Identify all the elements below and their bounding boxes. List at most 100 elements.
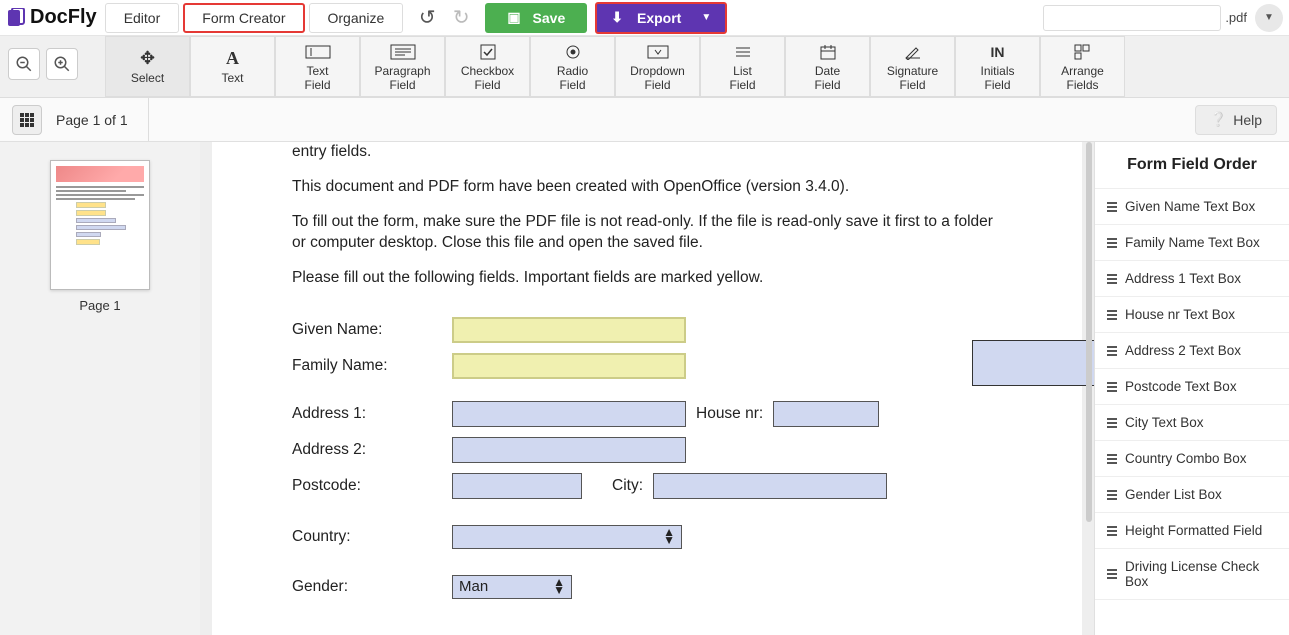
page-indicator: Page 1 of 1 bbox=[56, 98, 149, 141]
toolbar: ✥Select AText TextField ParagraphField C… bbox=[0, 36, 1289, 98]
order-item-label: Height Formatted Field bbox=[1125, 523, 1262, 538]
address2-field[interactable] bbox=[452, 437, 686, 463]
form-field-order-panel: Form Field Order Given Name Text BoxFami… bbox=[1094, 142, 1289, 635]
tool-date-field[interactable]: DateField bbox=[785, 36, 870, 97]
order-item[interactable]: Height Formatted Field bbox=[1095, 513, 1289, 549]
drag-handle-icon bbox=[1107, 454, 1117, 464]
tool-dropdown-field[interactable]: DropdownField bbox=[615, 36, 700, 97]
tab-organize[interactable]: Organize bbox=[309, 3, 404, 33]
order-item[interactable]: House nr Text Box bbox=[1095, 297, 1289, 333]
more-button[interactable]: ▼ bbox=[1255, 4, 1283, 32]
zoom-out-button[interactable] bbox=[8, 48, 40, 80]
order-item[interactable]: Address 2 Text Box bbox=[1095, 333, 1289, 369]
tab-form-creator[interactable]: Form Creator bbox=[183, 3, 304, 33]
drag-handle-icon bbox=[1107, 310, 1117, 320]
tool-paragraph-field[interactable]: ParagraphField bbox=[360, 36, 445, 97]
tool-select[interactable]: ✥Select bbox=[105, 36, 190, 97]
tool-text[interactable]: AText bbox=[190, 36, 275, 97]
tab-editor[interactable]: Editor bbox=[105, 3, 180, 33]
tool-signature-field[interactable]: SignatureField bbox=[870, 36, 955, 97]
drag-handle-icon bbox=[1107, 526, 1117, 536]
export-button[interactable]: ⬇ Export ▼ bbox=[595, 2, 727, 34]
calendar-icon bbox=[820, 41, 836, 63]
download-icon: ⬇ bbox=[611, 9, 623, 26]
doc-text: This document and PDF form have been cre… bbox=[292, 177, 1002, 198]
postcode-field[interactable] bbox=[452, 473, 582, 499]
drag-handle-icon bbox=[1107, 418, 1117, 428]
label-family-name: Family Name: bbox=[292, 357, 452, 375]
help-button[interactable]: ❔ Help bbox=[1195, 105, 1277, 135]
tool-paragraph-field-label: ParagraphField bbox=[374, 65, 430, 91]
order-item-label: Postcode Text Box bbox=[1125, 379, 1237, 394]
tool-checkbox-field[interactable]: CheckboxField bbox=[445, 36, 530, 97]
family-name-field[interactable] bbox=[452, 353, 686, 379]
tool-select-label: Select bbox=[131, 72, 164, 85]
tool-text-field[interactable]: TextField bbox=[275, 36, 360, 97]
undo-button[interactable]: ↺ bbox=[413, 4, 441, 32]
zoom-in-icon bbox=[53, 55, 71, 73]
logo-icon bbox=[6, 8, 26, 28]
order-item[interactable]: Country Combo Box bbox=[1095, 441, 1289, 477]
scrollbar[interactable] bbox=[1086, 142, 1092, 522]
house-nr-field[interactable] bbox=[773, 401, 879, 427]
zoom-out-icon bbox=[15, 55, 33, 73]
zoom-in-button[interactable] bbox=[46, 48, 78, 80]
tool-date-field-label: DateField bbox=[814, 65, 840, 91]
order-item-label: House nr Text Box bbox=[1125, 307, 1235, 322]
extra-field[interactable] bbox=[972, 340, 1094, 386]
filename-input[interactable] bbox=[1043, 5, 1221, 31]
tab-organize-label: Organize bbox=[328, 10, 385, 26]
help-label: Help bbox=[1233, 112, 1262, 128]
save-label: Save bbox=[533, 10, 566, 26]
initials-icon: IN bbox=[991, 41, 1005, 63]
zoom-controls bbox=[8, 48, 78, 80]
order-item[interactable]: Given Name Text Box bbox=[1095, 189, 1289, 225]
doc-text: To fill out the form, make sure the PDF … bbox=[292, 212, 1002, 254]
order-item[interactable]: Driving License Check Box bbox=[1095, 549, 1289, 600]
tab-editor-label: Editor bbox=[124, 10, 161, 26]
drag-handle-icon bbox=[1107, 238, 1117, 248]
order-item[interactable]: Address 1 Text Box bbox=[1095, 261, 1289, 297]
tab-form-creator-label: Form Creator bbox=[202, 10, 285, 26]
order-item-label: Driving License Check Box bbox=[1125, 559, 1277, 589]
radio-icon bbox=[565, 41, 581, 63]
label-country: Country: bbox=[292, 528, 452, 546]
tool-radio-field-label: RadioField bbox=[557, 65, 588, 91]
address1-field[interactable] bbox=[452, 401, 686, 427]
save-icon: ▣ bbox=[507, 9, 520, 26]
thumbnails-toggle[interactable] bbox=[12, 105, 42, 135]
document-page: entry fields. This document and PDF form… bbox=[212, 142, 1082, 635]
help-icon: ❔ bbox=[1210, 111, 1227, 128]
tool-arrange-fields-label: ArrangeFields bbox=[1061, 65, 1104, 91]
tool-arrange-fields[interactable]: ArrangeFields bbox=[1040, 36, 1125, 97]
given-name-field[interactable] bbox=[452, 317, 686, 343]
page-thumbnail-1[interactable] bbox=[50, 160, 150, 290]
order-item[interactable]: Postcode Text Box bbox=[1095, 369, 1289, 405]
tool-radio-field[interactable]: RadioField bbox=[530, 36, 615, 97]
text-field-icon bbox=[305, 41, 331, 63]
redo-button[interactable]: ↻ bbox=[447, 4, 475, 32]
gender-listbox[interactable]: Man ▲▼ bbox=[452, 575, 572, 599]
doc-text: entry fields. bbox=[292, 142, 1002, 163]
order-item[interactable]: Family Name Text Box bbox=[1095, 225, 1289, 261]
country-combo[interactable]: ▲▼ bbox=[452, 525, 682, 549]
order-item[interactable]: Gender List Box bbox=[1095, 477, 1289, 513]
document-viewport[interactable]: entry fields. This document and PDF form… bbox=[200, 142, 1094, 635]
order-item[interactable]: City Text Box bbox=[1095, 405, 1289, 441]
label-city: City: bbox=[612, 477, 643, 495]
sort-icon: ▲▼ bbox=[553, 579, 565, 593]
drag-handle-icon bbox=[1107, 202, 1117, 212]
tool-initials-field[interactable]: INInitialsField bbox=[955, 36, 1040, 97]
chevron-down-icon: ▼ bbox=[701, 12, 711, 23]
save-button[interactable]: ▣ Save bbox=[485, 3, 587, 33]
order-item-label: Address 1 Text Box bbox=[1125, 271, 1241, 286]
city-field[interactable] bbox=[653, 473, 887, 499]
drag-handle-icon bbox=[1107, 382, 1117, 392]
doc-text: Please fill out the following fields. Im… bbox=[292, 268, 1002, 289]
tool-list-field[interactable]: ListField bbox=[700, 36, 785, 97]
label-house-nr: House nr: bbox=[696, 405, 763, 423]
label-address1: Address 1: bbox=[292, 405, 452, 423]
thumbnail-panel: Page 1 bbox=[0, 142, 200, 635]
gender-value: Man bbox=[459, 578, 488, 595]
main-area: Page 1 entry fields. This document and P… bbox=[0, 142, 1289, 635]
